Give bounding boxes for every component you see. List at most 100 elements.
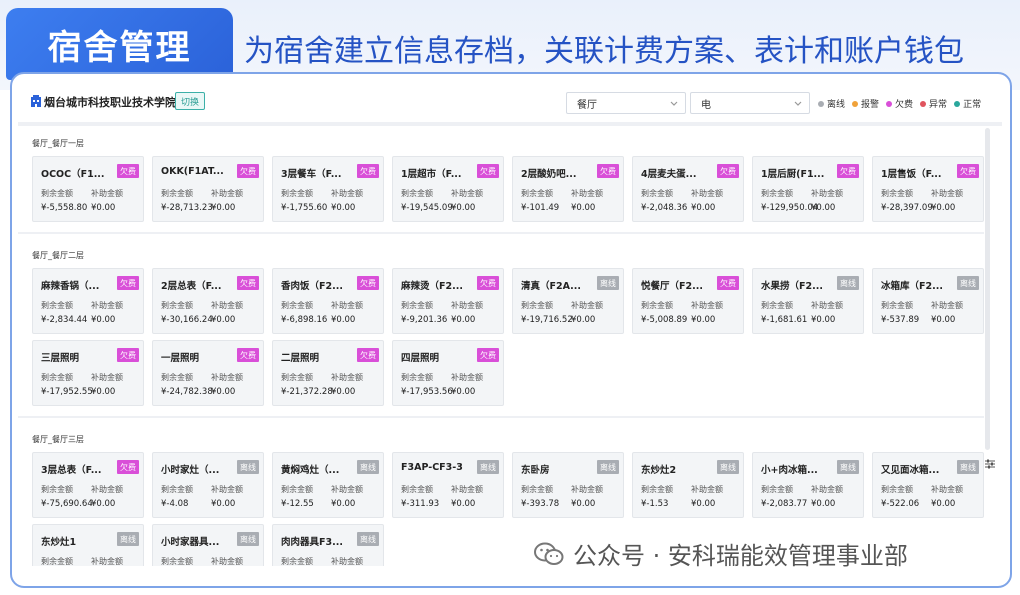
meter-card[interactable]: 麻辣香锅（... 欠费 剩余金额 补助金额 ¥-2,834.44 ¥0.00 — [32, 268, 144, 334]
remaining-value: ¥-75,690.64 — [41, 499, 93, 509]
subsidy-value: ¥0.00 — [811, 315, 836, 325]
remaining-value: ¥-28,397.09 — [881, 203, 933, 213]
meter-card[interactable]: OKK(F1AT... 欠费 剩余金额 补助金额 ¥-28,713.23 ¥0.00 — [152, 156, 264, 222]
filter-settings-icon[interactable] — [984, 458, 996, 470]
subsidy-value: ¥0.00 — [211, 499, 236, 509]
subsidy-value: ¥0.00 — [451, 387, 476, 397]
status-badge: 欠费 — [117, 348, 139, 362]
subsidy-label: 补助金额 — [451, 373, 483, 382]
meter-name: 小+肉冰箱... — [761, 465, 818, 476]
meter-card[interactable]: 2层酸奶吧... 欠费 剩余金额 补助金额 ¥-101.49 ¥0.00 — [512, 156, 624, 222]
meter-card[interactable]: 二层照明 欠费 剩余金额 补助金额 ¥-21,372.28 ¥0.00 — [272, 340, 384, 406]
energy-type-select[interactable]: 电 — [690, 92, 810, 114]
subsidy-label: 补助金额 — [211, 373, 243, 382]
meter-card[interactable]: OCOC（F1... 欠费 剩余金额 补助金额 ¥-5,558.80 ¥0.00 — [32, 156, 144, 222]
remaining-label: 剩余金额 — [881, 485, 913, 494]
wechat-icon — [534, 542, 564, 565]
status-badge: 欠费 — [597, 164, 619, 178]
meter-card[interactable]: 1层售饭（F... 欠费 剩余金额 补助金额 ¥-28,397.09 ¥0.00 — [872, 156, 984, 222]
meter-card[interactable]: 清真（F2A... 离线 剩余金额 补助金额 ¥-19,716.52 ¥0.00 — [512, 268, 624, 334]
subsidy-label: 补助金额 — [811, 485, 843, 494]
meter-card[interactable]: 小时家灶（... 离线 剩余金额 补助金额 ¥-4.08 ¥0.00 — [152, 452, 264, 518]
status-badge: 离线 — [717, 460, 739, 474]
remaining-label: 剩余金额 — [641, 189, 673, 198]
meter-name: OCOC（F1... — [41, 169, 105, 180]
subsidy-label: 补助金额 — [331, 557, 363, 566]
status-badge: 欠费 — [117, 276, 139, 290]
meter-card[interactable]: 3层餐车（F... 欠费 剩余金额 补助金额 ¥-1,755.60 ¥0.00 — [272, 156, 384, 222]
meter-card[interactable]: F3AP-CF3-3 离线 剩余金额 补助金额 ¥-311.93 ¥0.00 — [392, 452, 504, 518]
status-badge: 离线 — [837, 276, 859, 290]
remaining-value: ¥-522.06 — [881, 499, 920, 509]
remaining-label: 剩余金额 — [521, 485, 553, 494]
remaining-label: 剩余金额 — [761, 301, 793, 310]
meter-name: 4层麦夫蛋... — [641, 169, 697, 180]
meter-name: 2层酸奶吧... — [521, 169, 577, 180]
meter-card[interactable]: 冰箱库（F2... 离线 剩余金额 补助金额 ¥-537.89 ¥0.00 — [872, 268, 984, 334]
meter-card[interactable]: 四层照明 欠费 剩余金额 补助金额 ¥-17,953.56 ¥0.00 — [392, 340, 504, 406]
meter-card[interactable]: 1层后厨(F1... 欠费 剩余金额 补助金额 ¥-129,950.04 ¥0.00 — [752, 156, 864, 222]
subsidy-value: ¥0.00 — [91, 203, 116, 213]
status-badge: 欠费 — [237, 164, 259, 178]
status-badge: 离线 — [957, 276, 979, 290]
area-select[interactable]: 餐厅 — [566, 92, 686, 114]
status-badge: 欠费 — [477, 348, 499, 362]
subsidy-label: 补助金额 — [931, 189, 963, 198]
remaining-value: ¥-4.08 — [161, 499, 189, 509]
remaining-label: 剩余金额 — [401, 301, 433, 310]
remaining-label: 剩余金额 — [281, 189, 313, 198]
meter-card[interactable]: 4层麦夫蛋... 欠费 剩余金额 补助金额 ¥-2,048.36 ¥0.00 — [632, 156, 744, 222]
remaining-label: 剩余金额 — [41, 301, 73, 310]
subsidy-label: 补助金额 — [91, 557, 123, 566]
switch-button[interactable]: 切换 — [175, 92, 205, 110]
remaining-value: ¥-19,716.52 — [521, 315, 573, 325]
meter-card[interactable]: 又见面冰箱... 离线 剩余金额 补助金额 ¥-522.06 ¥0.00 — [872, 452, 984, 518]
legend-label: 报警 — [861, 100, 880, 110]
remaining-value: ¥-537.89 — [881, 315, 920, 325]
status-badge: 离线 — [357, 532, 379, 546]
remaining-label: 剩余金额 — [41, 485, 73, 494]
meter-name: 东炒灶1 — [41, 537, 77, 548]
remaining-label: 剩余金额 — [161, 373, 193, 382]
meter-card[interactable]: 一层照明 欠费 剩余金额 补助金额 ¥-24,782.38 ¥0.00 — [152, 340, 264, 406]
subsidy-value: ¥0.00 — [331, 499, 356, 509]
meter-card[interactable]: 麻辣烫（F2... 欠费 剩余金额 补助金额 ¥-9,201.36 ¥0.00 — [392, 268, 504, 334]
meter-card[interactable]: 1层超市（F... 欠费 剩余金额 补助金额 ¥-19,545.09 ¥0.00 — [392, 156, 504, 222]
subsidy-value: ¥0.00 — [931, 499, 956, 509]
legend-label: 离线 — [827, 100, 846, 110]
remaining-value: ¥-5,008.89 — [641, 315, 688, 325]
meter-card[interactable]: 小时家器具... 离线 剩余金额 补助金额 — [152, 524, 264, 566]
meter-card[interactable]: 东炒灶2 离线 剩余金额 补助金额 ¥-1.53 ¥0.00 — [632, 452, 744, 518]
subsidy-value: ¥0.00 — [931, 315, 956, 325]
remaining-value: ¥-311.93 — [401, 499, 440, 509]
legend-label: 异常 — [929, 100, 948, 110]
meter-name: 二层照明 — [281, 353, 320, 364]
remaining-value: ¥-12.55 — [281, 499, 314, 509]
legend-item: 正常 — [954, 97, 981, 110]
meter-card[interactable]: 东炒灶1 离线 剩余金额 补助金额 — [32, 524, 144, 566]
meter-card[interactable]: 3层总表（F... 欠费 剩余金额 补助金额 ¥-75,690.64 ¥0.00 — [32, 452, 144, 518]
remaining-label: 剩余金额 — [41, 189, 73, 198]
meter-name: OKK(F1AT... — [161, 166, 224, 177]
subsidy-label: 补助金额 — [211, 557, 243, 566]
status-badge: 欠费 — [717, 164, 739, 178]
scrollbar[interactable] — [985, 128, 990, 450]
meter-name: 黄焖鸡灶（... — [281, 465, 340, 476]
meter-name: 麻辣香锅（... — [41, 281, 100, 292]
meter-card[interactable]: 肉肉器具F3... 离线 剩余金额 补助金额 — [272, 524, 384, 566]
meter-card[interactable]: 三层照明 欠费 剩余金额 补助金额 ¥-17,952.55 ¥0.00 — [32, 340, 144, 406]
meter-card[interactable]: 水果捞（F2... 离线 剩余金额 补助金额 ¥-1,681.61 ¥0.00 — [752, 268, 864, 334]
meter-card[interactable]: 东卧房 离线 剩余金额 补助金额 ¥-393.78 ¥0.00 — [512, 452, 624, 518]
subsidy-value: ¥0.00 — [691, 499, 716, 509]
meter-card[interactable]: 悦餐厅（F2... 欠费 剩余金额 补助金额 ¥-5,008.89 ¥0.00 — [632, 268, 744, 334]
meter-card[interactable]: 2层总表（F... 欠费 剩余金额 补助金额 ¥-30,166.24 ¥0.00 — [152, 268, 264, 334]
remaining-value: ¥-2,834.44 — [41, 315, 88, 325]
meter-card[interactable]: 小+肉冰箱... 离线 剩余金额 补助金额 ¥-2,083.77 ¥0.00 — [752, 452, 864, 518]
status-badge: 离线 — [837, 460, 859, 474]
meter-name: 三层照明 — [41, 353, 80, 364]
meter-card[interactable]: 黄焖鸡灶（... 离线 剩余金额 补助金额 ¥-12.55 ¥0.00 — [272, 452, 384, 518]
subsidy-value: ¥0.00 — [571, 499, 596, 509]
meter-card[interactable]: 香肉饭（F2... 欠费 剩余金额 补助金额 ¥-6,898.16 ¥0.00 — [272, 268, 384, 334]
subsidy-label: 补助金额 — [691, 189, 723, 198]
subsidy-label: 补助金额 — [331, 373, 363, 382]
